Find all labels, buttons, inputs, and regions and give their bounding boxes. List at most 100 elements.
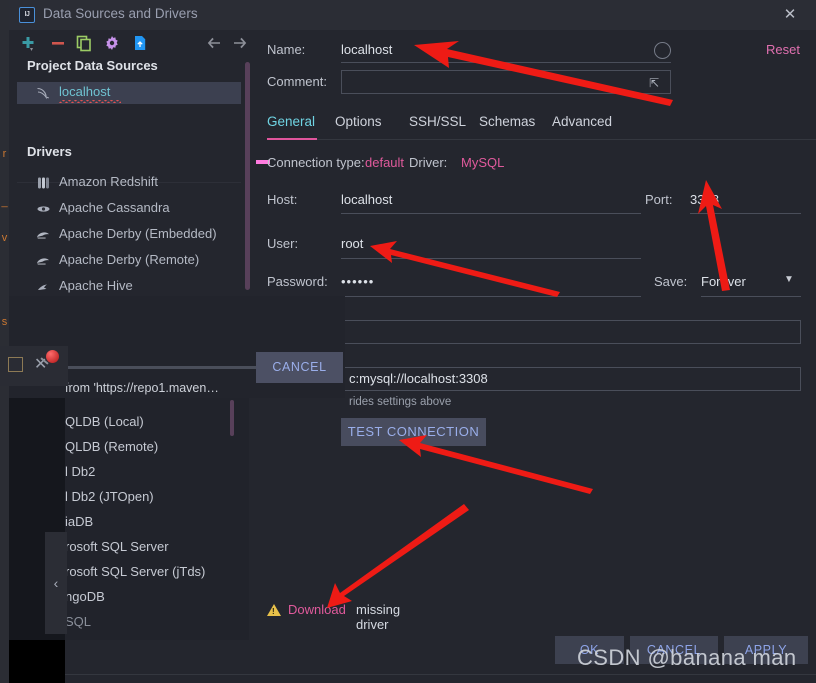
copy-icon[interactable] (75, 34, 93, 52)
tab-ssh-ssl[interactable]: SSH/SSL (409, 114, 466, 129)
user-input[interactable]: root (341, 236, 363, 251)
warning-triangle-icon (267, 604, 281, 616)
tabs-divider (317, 139, 816, 140)
driver-label: Driver: (409, 155, 448, 170)
plus-icon[interactable] (19, 34, 37, 52)
window-controls-panel: ✕ (0, 346, 68, 386)
user-label: User: (267, 236, 299, 251)
gear-icon[interactable] (103, 34, 121, 52)
ide-glyph: r (2, 148, 7, 160)
dialog-titlebar: IJ Data Sources and Drivers ✕ (9, 0, 816, 30)
sidebar: Project Data Sources localhost Drivers A… (9, 58, 241, 293)
download-cancel-button[interactable]: CANCEL (256, 352, 343, 383)
sidebar-toolbar (9, 30, 247, 56)
driver-item-label: Apache Derby (Embedded) (59, 226, 217, 241)
ide-glyph: _ (1, 196, 8, 208)
save-label: Save: (654, 274, 688, 289)
pin-icon[interactable] (46, 350, 59, 363)
tab-advanced[interactable]: Advanced (552, 114, 612, 129)
driver-item-label: Amazon Redshift (59, 174, 158, 189)
chevron-left-icon[interactable]: ‹ (45, 532, 67, 634)
driver-item-apache-derby-embedded[interactable]: Apache Derby (Embedded) (17, 224, 241, 246)
sidebar-item-label: localhost (59, 84, 111, 99)
download-status-text: from 'https://repo1.maven… (65, 381, 219, 395)
chevron-down-icon[interactable]: ▼ (784, 274, 794, 285)
minus-icon[interactable] (49, 34, 67, 52)
close-icon[interactable]: ✕ (772, 4, 808, 26)
save-underline (701, 296, 801, 297)
tab-options[interactable]: Options (335, 114, 382, 129)
driver-popup-scrollbar[interactable] (230, 400, 234, 436)
host-underline (341, 213, 641, 214)
port-label: Port: (645, 192, 673, 207)
active-tab-underline (267, 138, 317, 140)
cassandra-icon (35, 201, 52, 217)
name-underline (341, 62, 671, 63)
driver-item-apache-derby-remote[interactable]: Apache Derby (Remote) (17, 250, 241, 272)
project-data-sources-header: Project Data Sources (27, 58, 158, 73)
arrow-right-icon[interactable] (231, 34, 249, 52)
driver-item-amazon-redshift[interactable]: Amazon Redshift (17, 172, 241, 194)
password-input[interactable]: •••••• (341, 274, 374, 289)
derby-icon (35, 253, 52, 269)
sidebar-item-localhost[interactable]: localhost (17, 82, 241, 104)
url-value: c:mysql://localhost:3308 (349, 371, 488, 386)
driver-item-label: Apache Derby (Remote) (59, 252, 200, 267)
ide-background-strip: r _ v s (0, 0, 9, 683)
ide-glyph: v (1, 232, 8, 244)
redshift-icon (35, 175, 52, 191)
driver-item-apache-cassandra[interactable]: Apache Cassandra (17, 198, 241, 220)
comment-input[interactable] (341, 70, 671, 94)
reset-link[interactable]: Reset (766, 42, 800, 57)
ide-glyph: s (1, 316, 8, 328)
tab-general[interactable]: General (267, 114, 315, 129)
database-field[interactable] (341, 320, 801, 344)
password-label: Password: (267, 274, 328, 289)
connection-type-value[interactable]: default (365, 155, 404, 170)
driver-popup-label: QLDB (Local) (65, 414, 144, 429)
driver-item-apache-hive[interactable]: Apache Hive (17, 276, 241, 298)
driver-popup-label: rosoft SQL Server (jTds) (65, 564, 206, 579)
driver-popup-label: l Db2 (JTOpen) (65, 489, 154, 504)
sidebar-scrollbar[interactable] (245, 62, 250, 290)
name-input[interactable]: localhost (341, 42, 392, 57)
drivers-header: Drivers (27, 144, 72, 159)
user-underline (341, 258, 641, 259)
arrow-left-icon[interactable] (205, 34, 223, 52)
connection-type-label: Connection type: (267, 155, 365, 170)
download-link[interactable]: Download (288, 602, 346, 617)
stop-square-icon[interactable] (8, 357, 23, 372)
dialog-title: Data Sources and Drivers (43, 6, 198, 21)
driver-popup-label: QLDB (Remote) (65, 439, 159, 454)
expand-icon[interactable]: ⇱ (649, 76, 659, 90)
mysql-dolphin-icon (35, 85, 52, 101)
driver-item-label: Apache Cassandra (59, 200, 170, 215)
driver-popup-label: iaDB (65, 514, 94, 529)
port-input[interactable]: 3308 (690, 192, 719, 207)
test-connection-button[interactable]: TEST CONNECTION (341, 418, 486, 446)
host-label: Host: (267, 192, 298, 207)
comment-label: Comment: (267, 74, 327, 89)
test-connection-label: TEST CONNECTION (347, 424, 480, 439)
save-value[interactable]: Forever (701, 274, 746, 289)
bottom-divider (9, 674, 816, 675)
watermark: CSDN @banana man (577, 645, 797, 670)
file-icon[interactable] (131, 34, 149, 52)
host-input[interactable]: localhost (341, 192, 392, 207)
driver-item-label: Apache Hive (59, 278, 133, 293)
driver-popup-label: SQL (65, 614, 92, 629)
status-indicator-circle (654, 42, 671, 59)
password-underline (341, 296, 641, 297)
port-underline (690, 213, 801, 214)
hive-icon (35, 279, 52, 295)
derby-icon (35, 227, 52, 243)
driver-popup-label: ngoDB (65, 589, 105, 604)
driver-popup-label: rosoft SQL Server (65, 539, 169, 554)
driver-value[interactable]: MySQL (461, 155, 504, 170)
intellij-logo-icon: IJ (19, 7, 35, 23)
error-squiggle (59, 100, 121, 103)
driver-popup-label: l Db2 (65, 464, 96, 479)
download-progress-bar (65, 366, 260, 369)
tab-schemas[interactable]: Schemas (479, 114, 535, 129)
url-note: rides settings above (349, 396, 452, 408)
